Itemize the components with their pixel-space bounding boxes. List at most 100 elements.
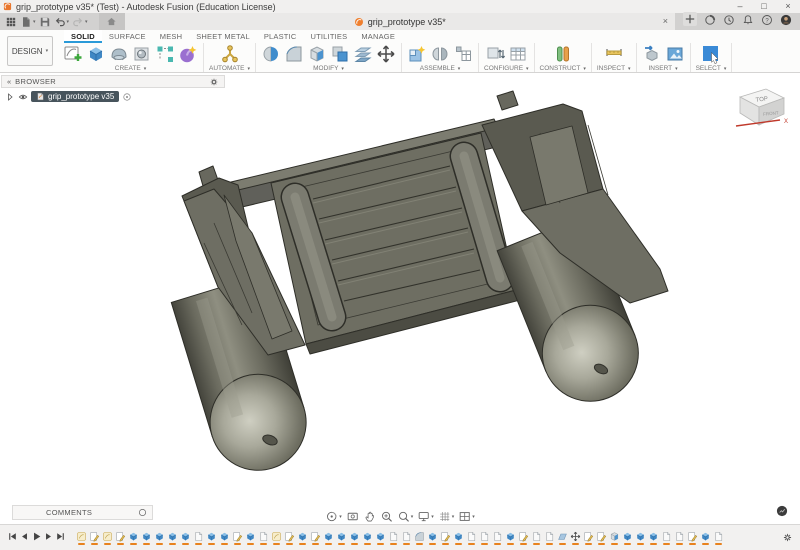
form-dome-icon[interactable] — [109, 44, 129, 64]
timeline-settings-icon[interactable] — [782, 532, 793, 543]
fit-icon[interactable]: ▾ — [397, 510, 414, 523]
redo-icon[interactable]: ▾ — [72, 15, 88, 28]
viewcube[interactable]: TOP FRONT X — [732, 81, 790, 137]
close-button[interactable]: × — [776, 0, 800, 13]
timeline-feature-sketch-icon[interactable] — [101, 531, 113, 545]
ribbon-group-label-select[interactable]: SELECT▾ — [696, 65, 727, 72]
fillet-icon[interactable] — [284, 44, 304, 64]
timeline-feature-sketch-icon[interactable] — [75, 531, 87, 545]
timeline-feature-shell-icon[interactable] — [608, 531, 620, 545]
timeline-feature-fillet-icon[interactable] — [413, 531, 425, 545]
timeline-feature-extrude-icon[interactable] — [179, 531, 191, 545]
pan-icon[interactable] — [363, 510, 376, 523]
ribbon-group-label-configure[interactable]: CONFIGURE▾ — [484, 65, 529, 72]
timeline-feature-sketch-edit-icon[interactable] — [686, 531, 698, 545]
timeline-feature-component-icon[interactable] — [530, 531, 542, 545]
root-component-item[interactable]: grip_prototype v35 — [31, 91, 119, 102]
timeline-feature-extrude-icon[interactable] — [426, 531, 438, 545]
timeline-feature-sketch-edit-icon[interactable] — [114, 531, 126, 545]
timeline-feature-extrude-icon[interactable] — [504, 531, 516, 545]
ribbon-group-label-assemble[interactable]: ASSEMBLE▾ — [420, 65, 461, 72]
display-settings-icon[interactable]: ▾ — [417, 510, 434, 523]
grip-prototype-model[interactable] — [171, 91, 668, 482]
sync-status-icon[interactable] — [704, 13, 716, 31]
timeline-feature-extrude-icon[interactable] — [127, 531, 139, 545]
expand-arrow-icon[interactable] — [5, 92, 15, 102]
add-tab-icon[interactable] — [683, 12, 697, 31]
ribbon-group-label-insert[interactable]: INSERT▾ — [648, 65, 677, 72]
browser-settings-icon[interactable] — [209, 77, 219, 87]
new-component-icon[interactable] — [407, 44, 427, 64]
timeline-feature-extrude-icon[interactable] — [140, 531, 152, 545]
3d-viewport[interactable]: « BROWSER grip_prototype v35 TOP FRONT X… — [0, 73, 800, 550]
timeline-feature-extrude-icon[interactable] — [218, 531, 230, 545]
config-table-icon[interactable] — [508, 44, 528, 64]
timeline-feature-sketch-icon[interactable] — [270, 531, 282, 545]
timeline-feature-plane-icon[interactable] — [556, 531, 568, 545]
viewports-icon[interactable]: ▾ — [458, 510, 475, 523]
timeline-feature-sketch-edit-icon[interactable] — [231, 531, 243, 545]
zoom-icon[interactable] — [380, 510, 393, 523]
timeline-feature-component-icon[interactable] — [491, 531, 503, 545]
timeline-feature-extrude-icon[interactable] — [296, 531, 308, 545]
hole-icon[interactable] — [132, 44, 152, 64]
timeline-feature-extrude-icon[interactable] — [452, 531, 464, 545]
timeline-feature-extrude-icon[interactable] — [634, 531, 646, 545]
close-tab-icon[interactable]: × — [663, 13, 668, 30]
look-at-icon[interactable] — [346, 510, 359, 523]
performance-indicator-icon[interactable] — [776, 505, 788, 517]
maximize-button[interactable]: □ — [752, 0, 776, 13]
minimize-button[interactable]: – — [728, 0, 752, 13]
timeline-feature-sketch-edit-icon[interactable] — [88, 531, 100, 545]
timeline-feature-extrude-icon[interactable] — [348, 531, 360, 545]
ribbon-tab-surface[interactable]: SURFACE — [102, 30, 153, 43]
rigid-group-icon[interactable] — [453, 44, 473, 64]
joint-icon[interactable] — [430, 44, 450, 64]
timeline-feature-extrude-icon[interactable] — [244, 531, 256, 545]
step-back-icon[interactable] — [19, 529, 30, 547]
comments-panel[interactable]: COMMENTS — [12, 505, 153, 520]
play-icon[interactable] — [31, 529, 42, 547]
history-clock-icon[interactable] — [723, 13, 735, 31]
timeline-feature-component-icon[interactable] — [712, 531, 724, 545]
skip-start-icon[interactable] — [7, 529, 18, 547]
collapse-panel-icon[interactable]: « — [7, 77, 11, 86]
timeline-feature-component-icon[interactable] — [478, 531, 490, 545]
measure-icon[interactable] — [604, 44, 624, 64]
configuration-icon[interactable] — [485, 44, 505, 64]
press-pull-icon[interactable] — [261, 44, 281, 64]
decal-icon[interactable] — [665, 44, 685, 64]
offset-face-icon[interactable] — [353, 44, 373, 64]
timeline-feature-component-icon[interactable] — [192, 531, 204, 545]
create-sketch-icon[interactable] — [63, 44, 83, 64]
comment-bubble-icon[interactable] — [138, 508, 147, 517]
ribbon-group-label-inspect[interactable]: INSPECT▾ — [597, 65, 631, 72]
timeline-feature-extrude-icon[interactable] — [647, 531, 659, 545]
design-workspace-button[interactable]: DESIGN ▾ — [7, 36, 53, 66]
ribbon-group-label-construct[interactable]: CONSTRUCT▾ — [540, 65, 586, 72]
ribbon-tab-solid[interactable]: SOLID — [64, 30, 102, 43]
timeline-feature-extrude-icon[interactable] — [322, 531, 334, 545]
profile-avatar[interactable] — [780, 13, 792, 31]
timeline-feature-component-icon[interactable] — [465, 531, 477, 545]
grid-snaps-icon[interactable]: ▾ — [438, 510, 455, 523]
notification-bell-icon[interactable] — [742, 13, 754, 31]
timeline-feature-sketch-edit-icon[interactable] — [582, 531, 594, 545]
timeline-feature-extrude-icon[interactable] — [361, 531, 373, 545]
ribbon-tab-plastic[interactable]: PLASTIC — [257, 30, 304, 43]
insert-icon[interactable] — [642, 44, 662, 64]
timeline-feature-component-icon[interactable] — [400, 531, 412, 545]
construct-plane-icon[interactable] — [553, 44, 573, 64]
move-icon[interactable] — [376, 44, 396, 64]
ribbon-group-label-create[interactable]: CREATE▾ — [115, 65, 146, 72]
timeline-feature-component-icon[interactable] — [387, 531, 399, 545]
timeline-feature-extrude-icon[interactable] — [166, 531, 178, 545]
timeline-feature-sketch-edit-icon[interactable] — [283, 531, 295, 545]
timeline-feature-extrude-icon[interactable] — [699, 531, 711, 545]
undo-icon[interactable]: ▾ — [54, 15, 70, 28]
shell-icon[interactable] — [307, 44, 327, 64]
app-grid-icon[interactable] — [5, 15, 17, 28]
home-tab[interactable] — [99, 13, 125, 30]
timeline-feature-component-icon[interactable] — [660, 531, 672, 545]
activate-component-icon[interactable] — [122, 92, 132, 102]
